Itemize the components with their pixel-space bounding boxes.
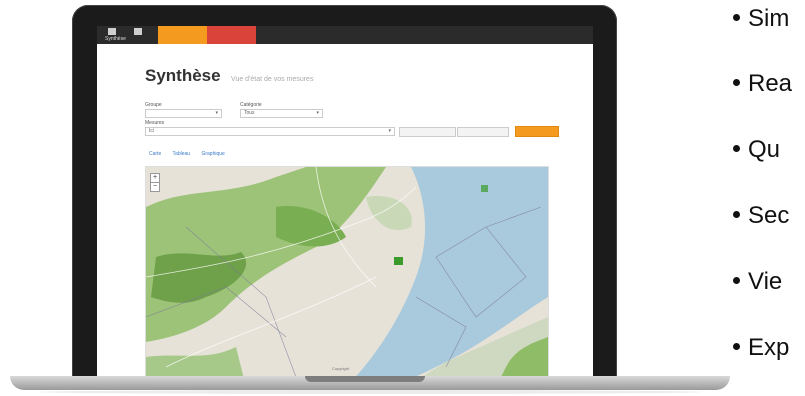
chevron-down-icon: ▾ xyxy=(316,110,319,116)
bullet-dot xyxy=(733,79,740,87)
bullet-item: Qu xyxy=(733,136,780,164)
bullet-item: Rea xyxy=(733,70,792,98)
nav-button-orange[interactable] xyxy=(158,26,207,44)
filter-button-1[interactable] xyxy=(399,127,456,137)
title-row: Synthèse Vue d'état de vos mesures xyxy=(145,66,313,86)
bullet-dot xyxy=(733,14,740,22)
filter-button-2[interactable] xyxy=(457,127,509,137)
app-screen: Synthèse Synthèse Vue d'état de vos mesu… xyxy=(97,26,593,376)
map-view[interactable]: + − xyxy=(145,166,549,376)
category-label: Catégorie xyxy=(240,102,262,108)
bullet-list: Sim Rea Qu Sec Vie Exp xyxy=(733,0,805,396)
chart-icon xyxy=(134,28,142,35)
map-tiles xyxy=(146,167,548,376)
tab-map[interactable]: Carte xyxy=(149,151,161,157)
bullet-item: Sim xyxy=(733,5,789,33)
nav-button-red[interactable] xyxy=(207,26,256,44)
category-select[interactable]: Tous ▾ xyxy=(240,109,323,118)
laptop-mockup: Synthèse Synthèse Vue d'état de vos mesu… xyxy=(0,0,740,396)
measure-label: Mesures xyxy=(145,120,165,126)
view-tabs: Carte Tableau Graphique xyxy=(149,151,235,157)
map-zoom-control: + − xyxy=(150,173,160,192)
page-footer: Copyright xyxy=(332,366,350,371)
apply-button[interactable] xyxy=(515,126,559,137)
zoom-in-button[interactable]: + xyxy=(151,174,159,182)
page-subtitle: Vue d'état de vos mesures xyxy=(231,76,314,83)
bullet-dot xyxy=(733,145,740,153)
tab-chart[interactable]: Graphique xyxy=(201,151,224,157)
laptop-notch xyxy=(305,376,425,382)
bullet-dot xyxy=(733,343,740,351)
main-content: Synthèse Vue d'état de vos mesures Group… xyxy=(97,44,593,376)
nav-item-chart[interactable] xyxy=(131,28,145,40)
measure-select[interactable]: Ici ▾ xyxy=(145,127,395,136)
laptop-shadow xyxy=(40,390,700,394)
bullet-dot xyxy=(733,277,740,285)
chevron-down-icon: ▾ xyxy=(388,128,391,134)
bullet-dot xyxy=(733,211,740,219)
nav-item-synthese[interactable]: Synthèse xyxy=(105,28,126,42)
bullet-item: Vie xyxy=(733,268,782,296)
zoom-out-button[interactable]: − xyxy=(151,182,159,191)
group-select[interactable]: ▾ xyxy=(145,109,222,118)
bullet-item: Exp xyxy=(733,334,789,362)
app-topbar: Synthèse xyxy=(97,26,593,44)
tab-table[interactable]: Tableau xyxy=(173,151,191,157)
grid-icon xyxy=(108,28,116,35)
chevron-down-icon: ▾ xyxy=(215,110,218,116)
group-label: Groupe xyxy=(145,102,162,108)
page-title: Synthèse xyxy=(145,66,221,85)
bullet-item: Sec xyxy=(733,202,789,230)
